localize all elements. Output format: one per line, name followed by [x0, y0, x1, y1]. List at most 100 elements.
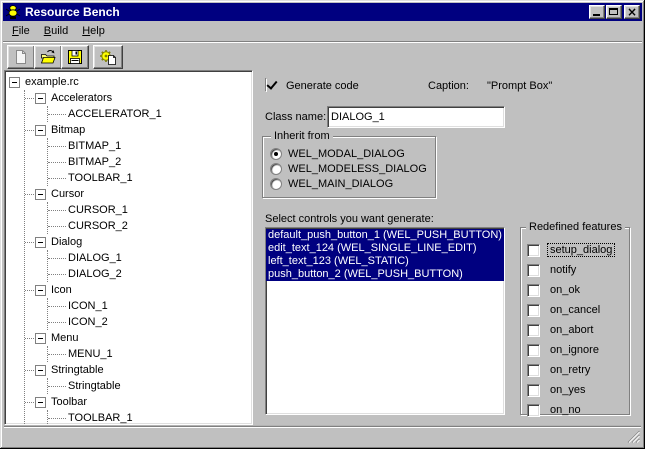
tree-expander-icon[interactable]: [35, 237, 46, 248]
radio-option[interactable]: WEL_MAIN_DIALOG: [263, 176, 435, 191]
caption-value: "Prompt Box": [487, 80, 552, 92]
save-button[interactable]: [61, 45, 89, 69]
feature-option[interactable]: on_retry: [521, 360, 629, 380]
tree-node-label: BITMAP_1: [68, 140, 121, 152]
menu-item-help[interactable]: Help: [75, 23, 112, 39]
listbox-item[interactable]: edit_text_124 (WEL_SINGLE_LINE_EDIT): [266, 242, 504, 255]
tree-node[interactable]: Cursor: [25, 186, 250, 202]
tree-node-label: ACCELERATOR_1: [68, 108, 162, 120]
generate-code-icon: [99, 49, 117, 65]
tree-expander-icon[interactable]: [35, 397, 46, 408]
resource-tree[interactable]: example.rcAccelerators ACCELERATOR_1 Bitma…: [4, 70, 253, 425]
tree-node[interactable]: ACCELERATOR_1: [48, 106, 250, 122]
tree-node[interactable]: DIALOG_1: [48, 250, 250, 266]
tree-node-root[interactable]: example.rc: [9, 74, 250, 90]
tree-expander-icon[interactable]: [35, 365, 46, 376]
listbox-item[interactable]: default_push_button_1 (WEL_PUSH_BUTTON): [266, 229, 504, 242]
tree-node[interactable]: Bitmap: [25, 122, 250, 138]
checkbox-icon[interactable]: [527, 404, 540, 417]
feature-option[interactable]: on_ignore: [521, 340, 629, 360]
radio-button-icon[interactable]: [270, 148, 282, 160]
radio-option-label: WEL_MAIN_DIALOG: [288, 178, 393, 190]
tree-node[interactable]: Menu: [25, 330, 250, 346]
checkbox-icon[interactable]: [527, 244, 540, 257]
inherit-from-group: Inherit from WEL_MODAL_DIALOGWEL_MODELES…: [262, 136, 436, 198]
new-button[interactable]: [7, 45, 35, 69]
tree-expander-icon[interactable]: [35, 285, 46, 296]
tree-node[interactable]: Dialog: [25, 234, 250, 250]
maximize-icon: [609, 8, 618, 15]
tree-node[interactable]: CURSOR_2: [48, 218, 250, 234]
tree-node[interactable]: DIALOG_2: [48, 266, 250, 282]
tree-expander-icon[interactable]: [35, 125, 46, 136]
tree-node[interactable]: Stringtable: [48, 378, 250, 394]
checkbox-icon[interactable]: [527, 304, 540, 317]
tree-node[interactable]: TOOLBAR_1: [48, 170, 250, 186]
checkbox-icon[interactable]: [527, 284, 540, 297]
feature-option[interactable]: on_cancel: [521, 300, 629, 320]
checkbox-icon[interactable]: [527, 364, 540, 377]
checkbox-icon[interactable]: [527, 264, 540, 277]
feature-option-label: setup_dialog: [548, 244, 614, 256]
tree-node[interactable]: ICON_1: [48, 298, 250, 314]
tree-node[interactable]: BITMAP_1: [48, 138, 250, 154]
checkbox-icon[interactable]: [527, 384, 540, 397]
feature-option[interactable]: on_yes: [521, 380, 629, 400]
tree-node[interactable]: Toolbar: [25, 394, 250, 410]
menu-item-build[interactable]: Build: [37, 23, 75, 39]
tree-node[interactable]: TOOLBAR_1: [48, 410, 250, 425]
redefined-features-legend: Redefined features: [526, 221, 625, 233]
class-name-input[interactable]: [327, 106, 505, 128]
feature-option-label: on_yes: [548, 384, 587, 396]
feature-option[interactable]: on_no: [521, 400, 629, 420]
minimize-button[interactable]: [589, 5, 605, 19]
minimize-icon: [593, 14, 600, 16]
maximize-button[interactable]: [606, 5, 622, 19]
feature-option[interactable]: on_ok: [521, 280, 629, 300]
tree-node-label: Cursor: [51, 188, 84, 200]
tree-node[interactable]: CURSOR_1: [48, 202, 250, 218]
radio-option-label: WEL_MODAL_DIALOG: [288, 148, 405, 160]
tree-expander-icon[interactable]: [35, 333, 46, 344]
title-bar[interactable]: Resource Bench ×: [3, 3, 642, 21]
checkbox-icon[interactable]: [527, 324, 540, 337]
tree-expander-icon[interactable]: [35, 189, 46, 200]
feature-option-label: on_cancel: [548, 304, 602, 316]
dialog-form-panel: Generate code Caption: "Prompt Box" Clas…: [253, 70, 641, 425]
tree-node[interactable]: MENU_1: [48, 346, 250, 362]
controls-label: Select controls you want generate:: [265, 213, 434, 225]
feature-option-label: on_abort: [548, 324, 595, 336]
tree-node-label: ICON_2: [68, 316, 108, 328]
feature-option[interactable]: notify: [521, 260, 629, 280]
tree-expander-icon[interactable]: [35, 93, 46, 104]
feature-option-label: on_ignore: [548, 344, 601, 356]
radio-button-icon[interactable]: [270, 163, 282, 175]
tree-node-label: BITMAP_2: [68, 156, 121, 168]
tree-node[interactable]: Icon: [25, 282, 250, 298]
feature-option[interactable]: setup_dialog: [521, 240, 629, 260]
generate-code-checkbox[interactable]: [265, 78, 267, 92]
close-icon: ×: [625, 5, 639, 19]
tree-node[interactable]: Stringtable: [25, 362, 250, 378]
generate-button[interactable]: [93, 45, 123, 69]
menu-item-file[interactable]: File: [5, 23, 37, 39]
radio-button-icon[interactable]: [270, 178, 282, 190]
listbox-item[interactable]: push_button_2 (WEL_PUSH_BUTTON): [266, 268, 504, 281]
resize-grip-icon[interactable]: [627, 430, 640, 443]
controls-listbox[interactable]: default_push_button_1 (WEL_PUSH_BUTTON)e…: [265, 227, 505, 415]
close-button[interactable]: ×: [624, 5, 640, 19]
tree-node[interactable]: Accelerators: [25, 90, 250, 106]
open-button[interactable]: [34, 45, 62, 69]
feature-option-label: notify: [548, 264, 578, 276]
tree-expander-icon[interactable]: [9, 77, 20, 88]
listbox-item[interactable]: left_text_123 (WEL_STATIC): [266, 255, 504, 268]
window-title: Resource Bench: [25, 5, 120, 19]
radio-option[interactable]: WEL_MODELESS_DIALOG: [263, 161, 435, 176]
feature-option[interactable]: on_abort: [521, 320, 629, 340]
checkbox-icon[interactable]: [527, 344, 540, 357]
tree-node[interactable]: ICON_2: [48, 314, 250, 330]
radio-option[interactable]: WEL_MODAL_DIALOG: [263, 146, 435, 161]
resource-bench-window: Resource Bench × FileBuildHelp: [0, 0, 645, 449]
tree-node[interactable]: BITMAP_2: [48, 154, 250, 170]
class-name-label: Class name:: [265, 111, 326, 123]
